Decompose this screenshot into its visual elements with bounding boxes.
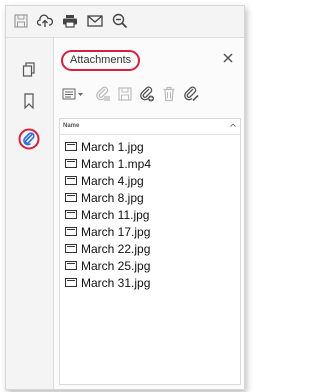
name-column-header[interactable]: Name [60, 119, 240, 135]
top-toolbar [6, 6, 244, 38]
file-name: March 1.jpg [81, 139, 144, 154]
add-attachment-icon[interactable] [138, 85, 156, 103]
zoom-out-icon[interactable] [111, 12, 129, 30]
options-menu-icon[interactable] [62, 85, 86, 103]
save-icon[interactable] [12, 12, 30, 30]
edit-description-icon[interactable] [182, 85, 200, 103]
attachments-panel: Attachments Name March 1.jpg March 1.mp4… [54, 38, 244, 389]
print-icon[interactable] [61, 12, 79, 30]
file-name: March 31.jpg [81, 275, 151, 290]
bookmark-icon[interactable] [19, 91, 39, 111]
file-icon [65, 193, 77, 202]
file-name: March 11.jpg [81, 207, 150, 222]
sort-caret-icon [230, 123, 236, 129]
delete-attachment-icon[interactable] [160, 85, 178, 103]
column-name-label: Name [63, 123, 80, 129]
file-name: March 22.jpg [81, 241, 151, 256]
file-name: March 25.jpg [81, 258, 151, 273]
file-name: March 17.jpg [81, 224, 151, 239]
file-name: March 8.jpg [81, 190, 144, 205]
file-icon [65, 142, 77, 151]
attachment-paperclip-icon[interactable] [18, 128, 40, 150]
file-icon [65, 261, 77, 270]
file-icon [65, 244, 77, 253]
list-item[interactable]: March 8.jpg [60, 189, 240, 206]
file-icon [65, 227, 77, 236]
file-rows: March 1.jpg March 1.mp4 March 4.jpg Marc… [60, 135, 240, 291]
save-attachment-icon[interactable] [116, 85, 134, 103]
list-item[interactable]: March 1.jpg [60, 138, 240, 155]
attachments-toolbar [54, 81, 244, 107]
attachments-list: Name March 1.jpg March 1.mp4 March 4.jpg… [59, 118, 241, 385]
navigation-rail [6, 38, 54, 389]
list-item[interactable]: March 31.jpg [60, 274, 240, 291]
file-name: March 4.jpg [81, 173, 144, 188]
open-attachment-icon[interactable] [94, 85, 112, 103]
list-item[interactable]: March 4.jpg [60, 172, 240, 189]
list-item[interactable]: March 25.jpg [60, 257, 240, 274]
email-icon[interactable] [86, 12, 104, 30]
file-icon [65, 159, 77, 168]
page-thumbnails-icon[interactable] [19, 60, 39, 80]
file-name: March 1.mp4 [81, 156, 152, 171]
list-item[interactable]: March 22.jpg [60, 240, 240, 257]
list-item[interactable]: March 1.mp4 [60, 155, 240, 172]
file-icon [65, 210, 77, 219]
file-icon [65, 278, 77, 287]
list-item[interactable]: March 17.jpg [60, 223, 240, 240]
pdf-viewer-window: Attachments Name March 1.jpg March 1.mp4… [5, 5, 245, 390]
panel-title: Attachments [61, 50, 141, 71]
upload-cloud-icon[interactable] [36, 12, 54, 30]
list-item[interactable]: March 11.jpg [60, 206, 240, 223]
file-icon [65, 176, 77, 185]
close-icon[interactable] [222, 52, 234, 64]
